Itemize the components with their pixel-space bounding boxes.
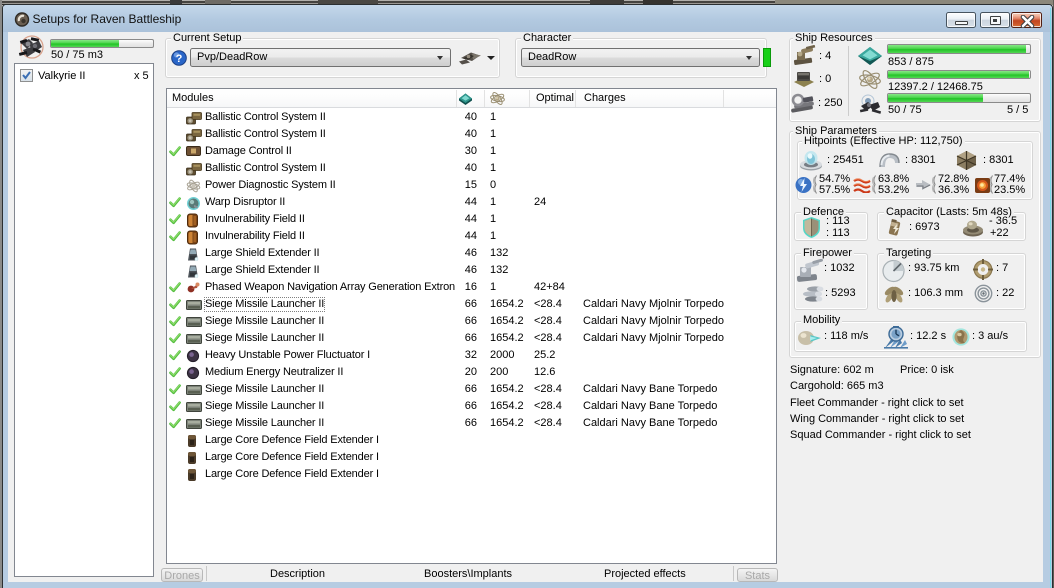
svg-text:?: ? xyxy=(176,53,183,65)
